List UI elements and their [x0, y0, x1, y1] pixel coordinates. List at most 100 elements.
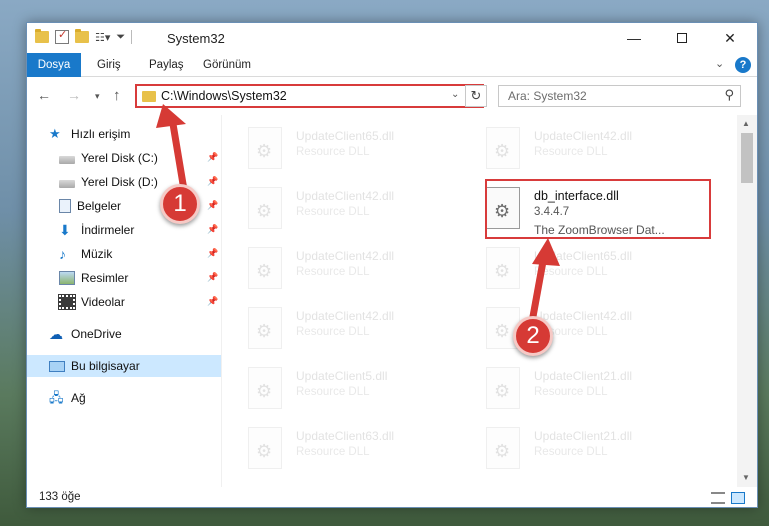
pin-icon[interactable]: 📌 [207, 176, 218, 187]
pin-icon[interactable]: 📌 [207, 272, 218, 283]
folder-icon[interactable] [35, 29, 49, 43]
file-name: UpdateClient42.dll [534, 309, 633, 323]
sidebar-item-label: Müzik [81, 247, 113, 261]
dll-file-icon: ⚙ [248, 367, 282, 409]
sidebar-item-label: Belgeler [77, 199, 122, 213]
file-item[interactable]: ⚙ UpdateClient63.dll Resource DLL [222, 423, 452, 479]
file-item[interactable]: ⚙ UpdateClient65.dll Resource DLL [460, 243, 690, 299]
file-item[interactable]: ⚙ UpdateClient21.dll Resource DLL [460, 363, 690, 419]
videos-icon [58, 294, 76, 310]
file-item[interactable]: ⚙ UpdateClient21.dll Resource DLL [460, 423, 690, 479]
file-item[interactable]: ⚙ UpdateClient42.dll Resource DLL [222, 243, 452, 299]
disk-icon [59, 180, 75, 188]
details-view-icon[interactable] [711, 492, 725, 504]
file-item[interactable]: ⚙ UpdateClient5.dll Resource DLL [222, 363, 452, 419]
downloads-icon: ⬇ [59, 222, 71, 238]
file-name: UpdateClient5.dll [296, 369, 388, 383]
expand-ribbon-icon[interactable]: ⌄ [715, 57, 724, 70]
navigation-pane: ★ Hızlı erişim Yerel Disk (C:) 📌 Yerel D… [27, 115, 221, 487]
gear-icon: ⚙ [494, 441, 511, 461]
network-icon: 🖧 [49, 390, 64, 405]
window-title: System32 [167, 31, 225, 46]
search-input[interactable]: Ara: System32 ⚲ [498, 85, 741, 107]
sidebar-item-this-pc[interactable]: Bu bilgisayar [27, 355, 221, 377]
tab-view[interactable]: Görünüm [203, 53, 251, 77]
quick-access-toolbar: ☷▾ ⏷ [35, 28, 133, 44]
dll-file-icon: ⚙ [248, 427, 282, 469]
new-folder-icon[interactable] [75, 29, 89, 43]
scroll-up-icon[interactable]: ▲ [742, 119, 750, 128]
large-icons-view-icon[interactable] [731, 492, 745, 504]
file-item[interactable]: ⚙ UpdateClient42.dll Resource DLL [460, 123, 690, 179]
gear-icon: ⚙ [256, 321, 273, 341]
address-path[interactable]: C:\Windows\System32 [161, 89, 287, 103]
maximize-button[interactable] [659, 23, 705, 53]
sidebar-item-local-disk-c[interactable]: Yerel Disk (C:) 📌 [27, 147, 221, 169]
pin-icon[interactable]: 📌 [207, 200, 218, 211]
file-type: Resource DLL [534, 146, 608, 158]
file-name: UpdateClient65.dll [534, 249, 633, 263]
minimize-button[interactable]: — [611, 23, 657, 53]
step-badge-1: 1 [160, 184, 200, 224]
file-type: Resource DLL [296, 206, 370, 218]
cloud-icon: ☁ [49, 326, 63, 342]
file-item[interactable]: ⚙ UpdateClient65.dll Resource DLL [222, 123, 452, 179]
address-dropdown-icon[interactable]: ⌄ [451, 89, 459, 100]
tab-home[interactable]: Giriş [97, 53, 121, 77]
pin-icon[interactable]: 📌 [207, 248, 218, 259]
pin-icon[interactable]: 📌 [207, 296, 218, 307]
back-button[interactable]: ← [37, 87, 51, 103]
sidebar-item-downloads[interactable]: ⬇ İndirmeler 📌 [27, 219, 221, 241]
file-type: Resource DLL [296, 446, 370, 458]
sidebar-item-label: Bu bilgisayar [71, 359, 140, 373]
disk-icon [59, 156, 75, 164]
title-bar: ☷▾ ⏷ System32 — ✕ [27, 23, 757, 53]
sidebar-item-videos[interactable]: Videolar 📌 [27, 291, 221, 313]
folder-icon [142, 91, 156, 102]
forward-button[interactable]: → [67, 87, 81, 103]
sidebar-item-music[interactable]: ♪ Müzik 📌 [27, 243, 221, 265]
sidebar-item-onedrive[interactable]: ☁ OneDrive [27, 323, 221, 345]
scrollbar-thumb[interactable] [741, 133, 753, 183]
gear-icon: ⚙ [494, 141, 511, 161]
sidebar-item-label: Hızlı erişim [71, 127, 131, 141]
properties-icon[interactable] [55, 28, 69, 44]
gear-icon: ⚙ [256, 141, 273, 161]
dll-file-icon: ⚙ [248, 187, 282, 229]
pin-icon[interactable]: 📌 [207, 224, 218, 235]
status-bar: 133 öğe [27, 487, 757, 507]
sidebar-item-network[interactable]: 🖧 Ağ [27, 387, 221, 409]
view-icon[interactable]: ☷▾ [95, 31, 110, 44]
sidebar-item-quick-access[interactable]: ★ Hızlı erişim [27, 123, 221, 145]
scroll-down-icon[interactable]: ▼ [742, 473, 750, 482]
file-item[interactable]: ⚙ UpdateClient42.dll Resource DLL [222, 303, 452, 359]
close-button[interactable]: ✕ [707, 23, 753, 53]
refresh-button[interactable]: ↻ [465, 85, 487, 107]
help-icon[interactable]: ? [735, 57, 751, 73]
vertical-scrollbar[interactable]: ▲ ▼ [737, 115, 757, 487]
up-button[interactable]: ↑ [113, 87, 121, 104]
sidebar-item-label: Videolar [81, 295, 125, 309]
file-item[interactable]: ⚙ UpdateClient42.dll Resource DLL [222, 183, 452, 239]
ribbon: Dosya Giriş Paylaş Görünüm ⌄ ? [27, 53, 757, 109]
address-bar[interactable]: C:\Windows\System32 ⌄ [135, 84, 484, 108]
file-name: UpdateClient65.dll [296, 129, 395, 143]
sidebar-item-label: İndirmeler [81, 223, 135, 237]
tab-share[interactable]: Paylaş [149, 53, 184, 77]
highlight-box [485, 179, 711, 239]
customize-toolbar-icon[interactable]: ⏷ [116, 31, 125, 44]
item-count: 133 öğe [39, 491, 81, 503]
pin-icon[interactable]: 📌 [207, 152, 218, 163]
recent-locations-button[interactable]: ▾ [95, 91, 100, 102]
file-name: UpdateClient42.dll [296, 189, 395, 203]
gear-icon: ⚙ [494, 381, 511, 401]
search-icon[interactable]: ⚲ [724, 87, 734, 103]
gear-icon: ⚙ [494, 261, 511, 281]
sidebar-item-pictures[interactable]: Resimler 📌 [27, 267, 221, 289]
step-badge-2: 2 [513, 316, 553, 356]
file-explorer-window: ☷▾ ⏷ System32 — ✕ Dosya Giriş Paylaş Gör… [26, 22, 758, 508]
toolbar-divider [131, 30, 133, 44]
file-item[interactable]: ⚙ UpdateClient42.dll Resource DLL [460, 303, 690, 359]
search-placeholder: Ara: System32 [508, 89, 587, 103]
file-name: UpdateClient21.dll [534, 429, 633, 443]
